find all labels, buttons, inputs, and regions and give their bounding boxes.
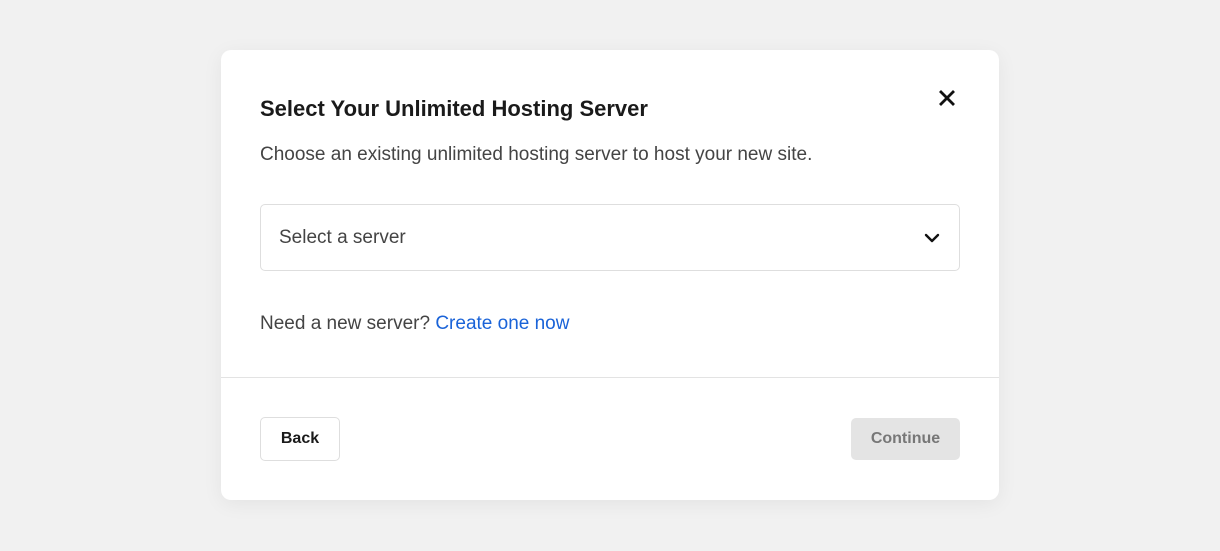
close-button[interactable] xyxy=(934,88,960,110)
back-button[interactable]: Back xyxy=(260,417,340,461)
select-server-dialog: Select Your Unlimited Hosting Server Cho… xyxy=(221,50,999,500)
new-server-text: Need a new server? xyxy=(260,313,436,334)
create-server-link[interactable]: Create one now xyxy=(435,313,569,334)
close-icon xyxy=(939,89,955,109)
footer-divider xyxy=(221,377,999,378)
dialog-body: Select Your Unlimited Hosting Server Cho… xyxy=(260,50,960,377)
dialog-subtitle: Choose an existing unlimited hosting ser… xyxy=(260,144,813,165)
chevron-down-icon xyxy=(923,232,941,244)
new-server-prompt: Need a new server? Create one now xyxy=(260,312,569,336)
server-select-value: Select a server xyxy=(279,226,406,248)
continue-button[interactable]: Continue xyxy=(851,418,960,460)
server-select[interactable]: Select a server xyxy=(260,204,960,271)
dialog-title: Select Your Unlimited Hosting Server xyxy=(260,96,648,121)
